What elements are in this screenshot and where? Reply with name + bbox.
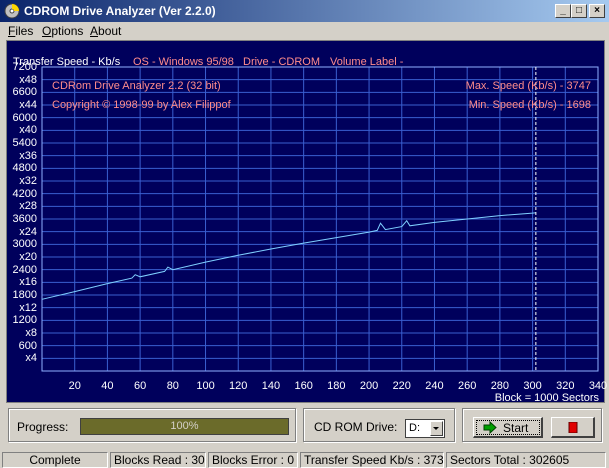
y-tick-label: 1800 (12, 289, 37, 301)
x-tick-label: 160 (294, 380, 313, 392)
x-tick-label: 180 (327, 380, 346, 392)
y-tick-label: x20 (19, 251, 37, 263)
chart-grid (42, 66, 599, 371)
chart-series (41, 212, 536, 300)
status-blocks-error: Blocks Error : 0 (208, 452, 298, 468)
y-tick-label: x48 (19, 73, 37, 86)
y-tick-label: x24 (19, 225, 37, 238)
start-button[interactable]: Start (473, 417, 543, 438)
y-tick-label: 1200 (12, 314, 37, 327)
min-speed-text: Min. Speed (Kb/s) - 1698 (468, 99, 591, 111)
status-state: Complete (2, 452, 108, 468)
x-tick-label: 140 (261, 380, 281, 392)
drive-select[interactable]: D: (405, 419, 445, 438)
y-tick-label: x8 (25, 327, 37, 339)
y-tick-label: 600 (18, 339, 37, 352)
start-label: Start (503, 421, 529, 435)
stop-button[interactable] (551, 417, 595, 438)
y-tick-label: x36 (19, 149, 37, 162)
x-tick-label: 80 (166, 380, 179, 392)
progress-text: 100% (170, 420, 199, 432)
y-tick-label: x16 (19, 276, 37, 289)
chevron-down-icon (433, 427, 439, 430)
x-tick-label: 40 (101, 380, 114, 392)
arrow-right-icon (483, 421, 497, 434)
y-tick-label: x12 (19, 301, 37, 314)
y-tick-label: x28 (19, 200, 37, 213)
y-tick-label: 6000 (12, 111, 37, 124)
x-tick-label: 260 (457, 380, 477, 392)
progress-bar: 100% (80, 418, 289, 435)
y-tick-label: 7200 (12, 61, 37, 73)
max-speed-text: Max. Speed (Kb/s) - 3747 (465, 80, 591, 92)
status-transfer-speed: Transfer Speed Kb/s : 3738 (300, 452, 444, 468)
x-tick-label: 60 (133, 380, 147, 392)
x-tick-label: 240 (425, 380, 444, 392)
y-tick-label: 6600 (12, 86, 37, 99)
x-tick-label: 280 (490, 380, 510, 392)
y-tick-label: 3000 (12, 238, 37, 251)
progress-label: Progress: (17, 420, 69, 434)
drive-label: CD ROM Drive: (314, 420, 398, 434)
y-tick-label: x32 (19, 175, 37, 187)
x-tick-label: 300 (523, 380, 542, 392)
block-note: Block = 1000 Sectors (494, 392, 599, 404)
y-tick-label: 2400 (12, 263, 37, 276)
stop-icon (568, 422, 578, 433)
x-tick-label: 220 (392, 380, 411, 392)
app-version-text: CDRom Drive Analyzer 2.2 (32 bit) (52, 80, 221, 92)
copyright-text: Copyright © 1998-99 by Alex Filippof (52, 99, 231, 111)
drive-select-value: D: (409, 422, 420, 434)
x-tick-label: 120 (229, 380, 248, 392)
y-tick-label: 3600 (12, 213, 37, 225)
x-tick-label: 200 (359, 380, 379, 392)
speed-series-line (41, 212, 536, 300)
y-tick-label: 4800 (12, 162, 37, 175)
y-tick-label: x40 (19, 124, 37, 137)
x-tick-label: 320 (556, 380, 575, 392)
y-tick-label: x4 (25, 352, 37, 365)
transfer-speed-chart (41, 66, 599, 372)
x-tick-label: 100 (196, 380, 215, 392)
x-tick-label: 20 (68, 380, 81, 392)
status-sectors-total: Sectors Total : 302605 (446, 452, 606, 468)
x-tick-label: 340 (588, 380, 608, 392)
y-tick-label: 5400 (12, 137, 37, 149)
status-blocks-read: Blocks Read : 302 (110, 452, 206, 468)
y-tick-label: x44 (19, 99, 37, 111)
y-tick-label: 4200 (12, 187, 37, 200)
drive-select-arrow[interactable] (430, 421, 443, 436)
